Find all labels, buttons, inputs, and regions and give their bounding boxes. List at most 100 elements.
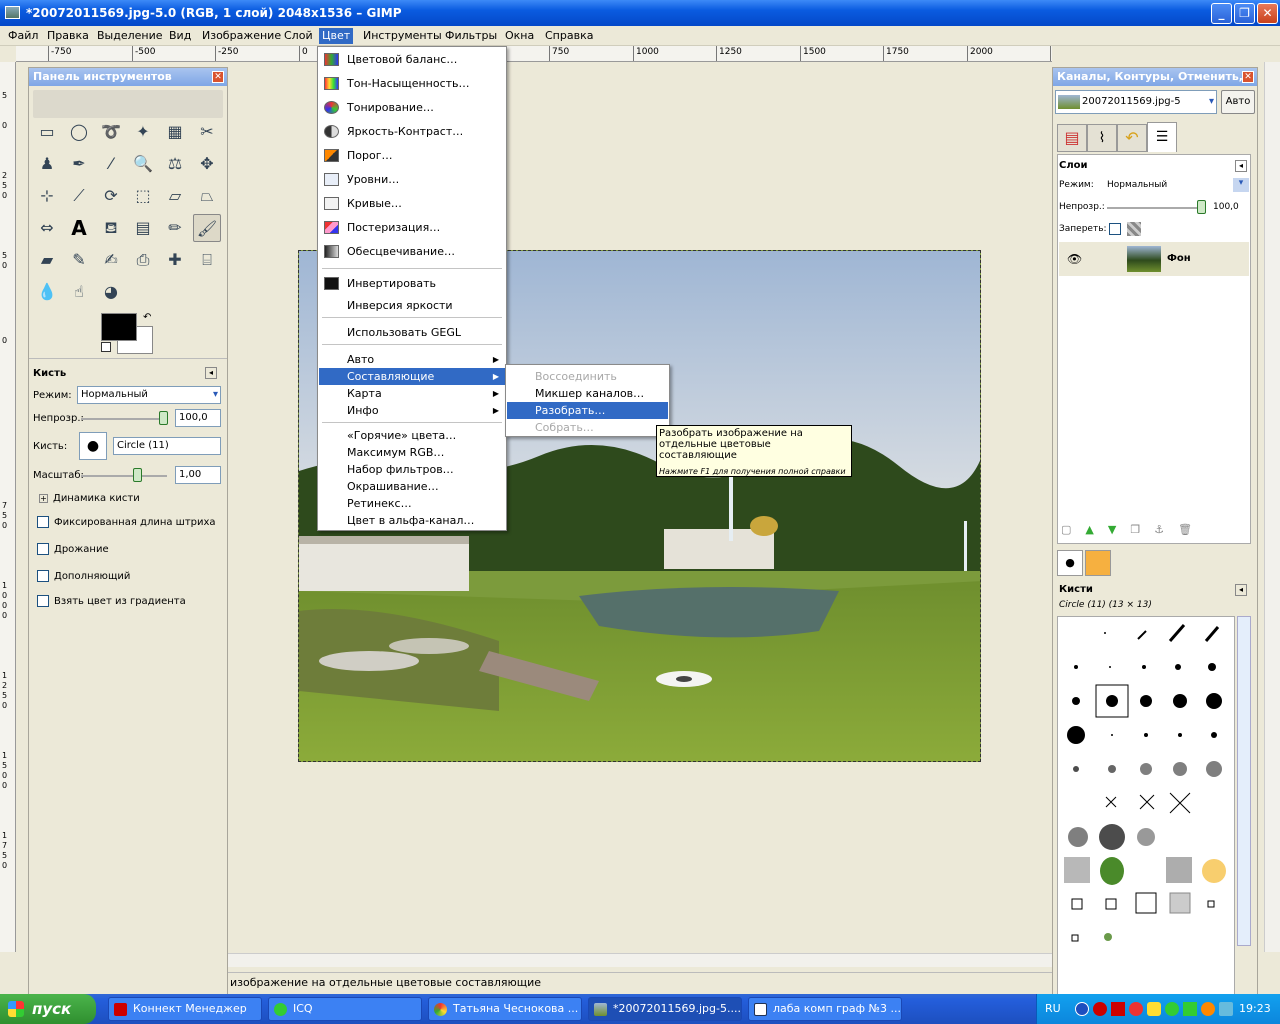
zoom-icon[interactable]: 🔍: [129, 150, 157, 178]
rect-select-icon[interactable]: ▭: [33, 118, 61, 146]
tab-menu-icon[interactable]: ◂: [1235, 584, 1247, 596]
scale-icon[interactable]: ⬚: [129, 182, 157, 210]
opera-icon[interactable]: [1093, 1002, 1107, 1016]
task-connect-manager[interactable]: Коннект Менеджер: [108, 997, 262, 1021]
ati-icon[interactable]: [1111, 1002, 1125, 1016]
lock-pixels-checkbox[interactable]: [1109, 223, 1121, 235]
dock-header[interactable]: Каналы, Контуры, Отменить, … ✕: [1053, 68, 1257, 101]
opacity-input[interactable]: 100,0: [175, 409, 221, 427]
menu-select[interactable]: Выделение: [94, 28, 166, 44]
text-icon[interactable]: A: [65, 214, 93, 242]
task-gimp[interactable]: *20072011569.jpg-5....: [588, 997, 742, 1021]
menu-item-use-gegl[interactable]: Использовать GEGL: [319, 324, 505, 341]
brush-dynamics-label[interactable]: Динамика кисти: [53, 493, 140, 504]
tab-menu-icon[interactable]: ◂: [1235, 160, 1247, 172]
duplicate-layer-icon[interactable]: ❐: [1130, 523, 1154, 536]
menu-item-channel-mixer[interactable]: Микшер каналов…: [507, 385, 668, 402]
menu-view[interactable]: Вид: [166, 28, 194, 44]
menu-windows[interactable]: Окна: [502, 28, 537, 44]
paths-icon[interactable]: ✒: [65, 150, 93, 178]
eye-icon[interactable]: 👁: [1067, 252, 1082, 266]
menu-item-retinex[interactable]: Ретинекс…: [319, 495, 505, 512]
task-word[interactable]: лаба комп граф №3 ...: [748, 997, 902, 1021]
crop-icon[interactable]: ⟋: [65, 182, 93, 210]
menu-edit[interactable]: Правка: [44, 28, 92, 44]
heal-icon[interactable]: ✚: [161, 246, 189, 274]
channels-tab-icon[interactable]: ☰: [1147, 122, 1177, 152]
task-icq[interactable]: ICQ: [268, 997, 422, 1021]
lock-alpha-icon[interactable]: [1127, 222, 1141, 236]
menu-item-colorify[interactable]: Окрашивание…: [319, 478, 505, 495]
menu-item-max-rgb[interactable]: Максимум RGB…: [319, 444, 505, 461]
close-button[interactable]: ✕: [1257, 3, 1278, 24]
delete-layer-icon[interactable]: 🗑: [1178, 523, 1206, 536]
toolbox-header[interactable]: Панель инструментов ✕: [29, 68, 227, 86]
horizontal-scrollbar[interactable]: [228, 953, 1052, 967]
eraser-icon[interactable]: ▰: [33, 246, 61, 274]
layers-tab-icon[interactable]: ▤: [1057, 124, 1087, 152]
blend-icon[interactable]: ▤: [129, 214, 157, 242]
network-icon[interactable]: [1183, 1002, 1197, 1016]
undo-tab-icon[interactable]: ↶: [1117, 124, 1147, 152]
ink-icon[interactable]: ✍: [97, 246, 125, 274]
menu-item-auto[interactable]: Авто ▶: [319, 351, 505, 368]
menu-file[interactable]: Файл: [5, 28, 41, 44]
patterns-tab-icon[interactable]: [1085, 550, 1111, 576]
menu-layer[interactable]: Слой: [281, 28, 316, 44]
window-titlebar[interactable]: *20072011569.jpg-5.0 (RGB, 1 слой) 2048x…: [0, 0, 1280, 26]
start-button[interactable]: пуск: [0, 994, 96, 1024]
pencil-icon[interactable]: ✏: [161, 214, 189, 242]
menu-image[interactable]: Изображение: [199, 28, 284, 44]
brush-name-field[interactable]: Circle (11): [113, 437, 221, 455]
shield-icon[interactable]: [1147, 1002, 1161, 1016]
menu-item-brightness-contrast[interactable]: Яркость-Контраст…: [319, 123, 505, 140]
mode-select[interactable]: Нормальный ▾: [77, 386, 221, 404]
brushes-grid[interactable]: [1057, 616, 1235, 996]
clone-icon[interactable]: ⎙: [129, 246, 157, 274]
gradient-color-checkbox[interactable]: [37, 595, 49, 607]
horizontal-ruler[interactable]: -750 -500 -250 0 250 500 750 1000 1250 1…: [16, 46, 1052, 62]
chevron-down-icon[interactable]: ▾: [1233, 178, 1249, 192]
scale-slider-track[interactable]: [81, 475, 167, 477]
scale-slider-knob[interactable]: [133, 468, 142, 482]
menu-item-curves[interactable]: Кривые…: [319, 195, 505, 212]
menu-item-value-invert[interactable]: Инверсия яркости: [319, 297, 505, 314]
vertical-scrollbar[interactable]: [1264, 62, 1280, 952]
fixed-stroke-checkbox[interactable]: [37, 516, 49, 528]
menu-item-posterize[interactable]: Постеризация…: [319, 219, 505, 236]
menu-item-components[interactable]: Составляющие ▶: [319, 368, 505, 385]
ellipse-select-icon[interactable]: ◯: [65, 118, 93, 146]
menu-item-decompose[interactable]: Разобрать…: [507, 402, 668, 419]
menu-item-filter-pack[interactable]: Набор фильтров…: [319, 461, 505, 478]
menu-item-info[interactable]: Инфо ▶: [319, 402, 505, 419]
menu-filters[interactable]: Фильтры: [442, 28, 500, 44]
perspective-icon[interactable]: ⏢: [193, 182, 221, 210]
align-icon[interactable]: ⊹: [33, 182, 61, 210]
shear-icon[interactable]: ▱: [161, 182, 189, 210]
auto-button[interactable]: Авто: [1221, 90, 1255, 114]
bucket-fill-icon[interactable]: ⛾: [97, 214, 125, 242]
default-colors-icon[interactable]: [101, 342, 111, 352]
menu-color[interactable]: Цвет: [319, 28, 354, 44]
lasso-icon[interactable]: ➰: [97, 118, 125, 146]
speaker-icon[interactable]: [1219, 1002, 1233, 1016]
image-select[interactable]: 20072011569.jpg-5 ▾: [1055, 90, 1217, 114]
menu-item-invert[interactable]: Инвертировать: [319, 275, 505, 292]
menu-item-hot-colors[interactable]: «Горячие» цвета…: [319, 427, 505, 444]
layer-opacity-track[interactable]: [1107, 207, 1201, 209]
measure-icon[interactable]: ⚖: [161, 150, 189, 178]
menu-tools[interactable]: Инструменты: [360, 28, 445, 44]
scissors-icon[interactable]: ✂: [193, 118, 221, 146]
color-picker-icon[interactable]: ⁄: [97, 150, 125, 178]
smudge-icon[interactable]: ☝: [65, 278, 93, 306]
antivirus-icon[interactable]: [1129, 1002, 1143, 1016]
new-layer-icon[interactable]: ▢: [1061, 523, 1085, 536]
blur-icon[interactable]: 💧: [33, 278, 61, 306]
expand-icon[interactable]: +: [39, 494, 48, 503]
menu-item-colorize[interactable]: Тонирование…: [319, 99, 505, 116]
raise-layer-icon[interactable]: ▲: [1085, 523, 1107, 536]
minimize-button[interactable]: _: [1211, 3, 1232, 24]
icq-tray-icon[interactable]: [1165, 1002, 1179, 1016]
menu-item-levels[interactable]: Уровни…: [319, 171, 505, 188]
foreground-select-icon[interactable]: ♟: [33, 150, 61, 178]
